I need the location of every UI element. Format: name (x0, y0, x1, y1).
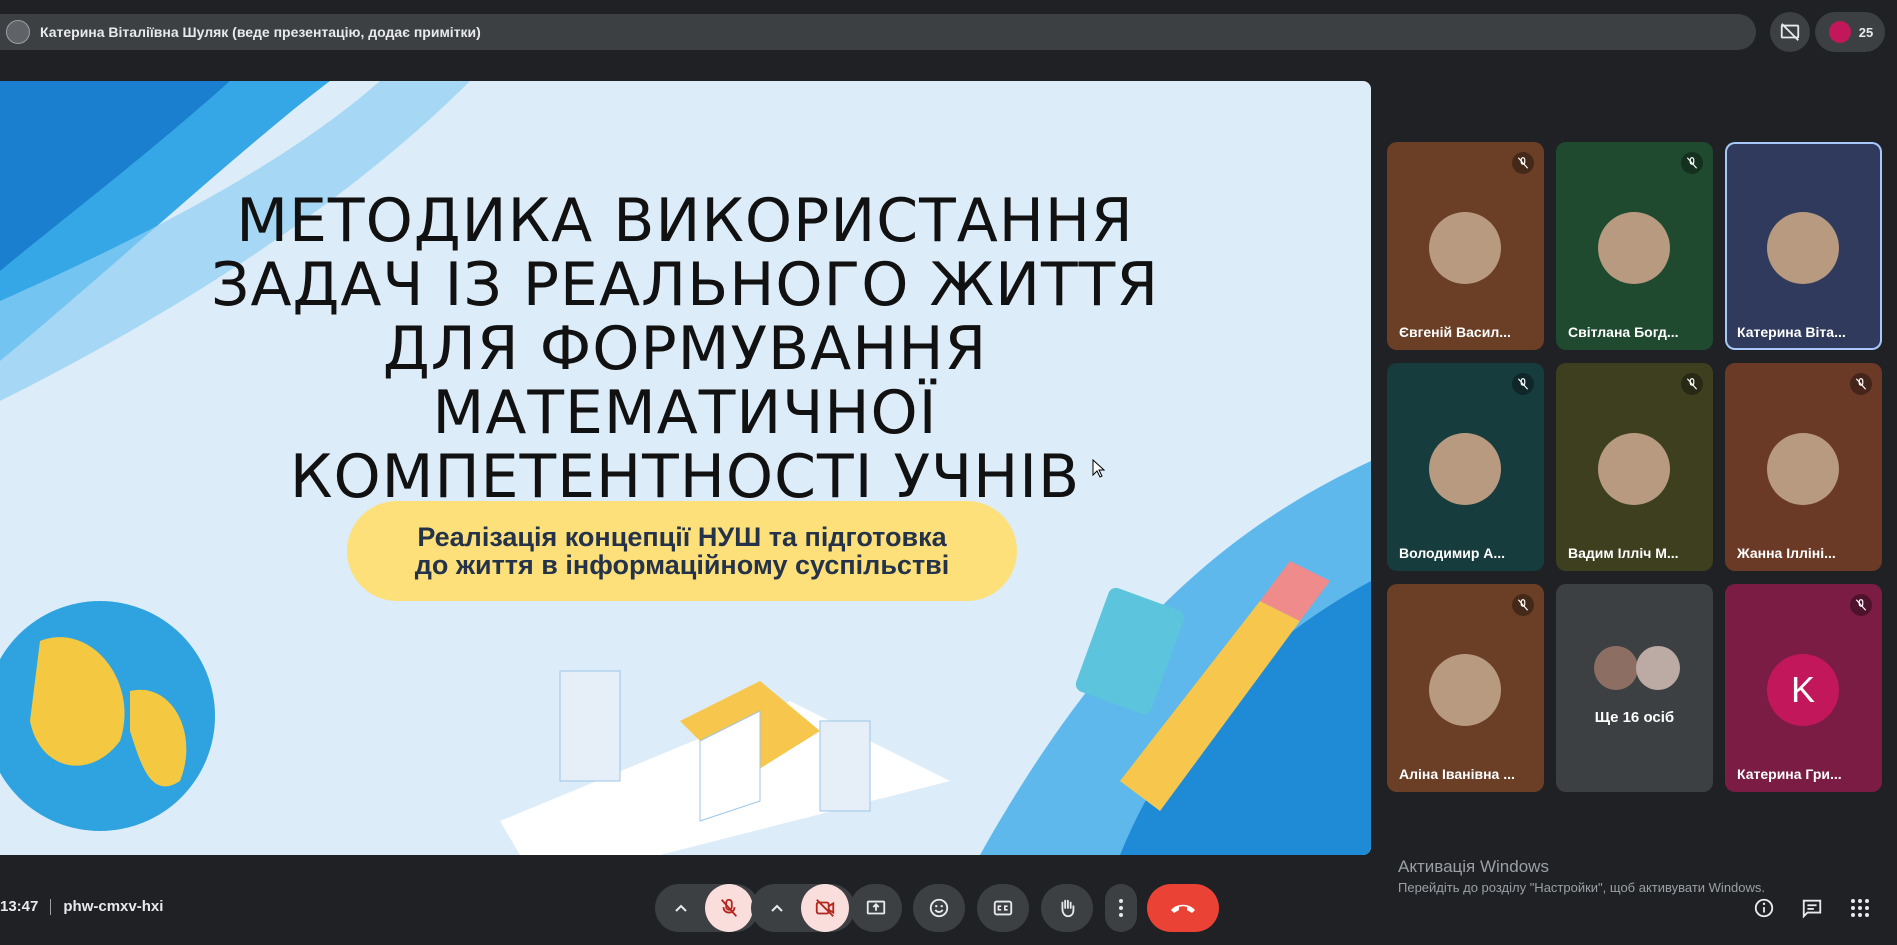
presenter-title: Катерина Віталіївна Шуляк (веде презента… (40, 24, 481, 40)
tile-name: Аліна Іванівна ... (1399, 766, 1515, 782)
slide-title-line: МАТЕМАТИЧНОЇ (432, 378, 938, 448)
participant-tile[interactable]: Аліна Іванівна ... (1387, 584, 1544, 792)
info-icon (1754, 898, 1774, 918)
slide-title-line: ДЛЯ ФОРМУВАННЯ (382, 314, 988, 384)
tile-name: Володимир А... (1399, 545, 1506, 561)
windows-activation-title: Активація Windows (1398, 857, 1549, 876)
mic-off-icon (1681, 373, 1703, 395)
captions-icon (993, 900, 1013, 916)
chat-button[interactable] (1800, 896, 1824, 920)
tile-name: Катерина Віта... (1737, 324, 1846, 340)
apps-icon (1851, 899, 1869, 917)
present-icon (866, 900, 886, 915)
slide-title-line: МЕТОДИКА ВИКОРИСТАННЯ (236, 186, 1134, 256)
mic-toggle-button[interactable] (705, 884, 753, 932)
present-screen-button[interactable] (850, 884, 902, 932)
mic-off-icon (1512, 594, 1534, 616)
participant-tile[interactable]: Жанна Ілліні... (1725, 363, 1882, 571)
tile-name: Жанна Ілліні... (1737, 545, 1836, 561)
raise-hand-button[interactable] (1041, 884, 1093, 932)
camera-off-icon (815, 899, 835, 917)
mouse-cursor-icon (1092, 459, 1106, 478)
presenter-bar[interactable]: Катерина Віталіївна Шуляк (веде презента… (0, 14, 1756, 50)
participants-button[interactable]: 25 (1815, 12, 1885, 52)
slide-subtitle-line: до життя в інформаційному суспільстві (414, 550, 950, 580)
stop-presenting-button[interactable] (1770, 12, 1810, 52)
tile-name: Ще 16 осіб (1594, 709, 1675, 726)
avatar (1767, 212, 1839, 284)
end-call-icon (1171, 904, 1195, 913)
mic-off-icon (1850, 373, 1872, 395)
avatar (1594, 646, 1638, 690)
meeting-time: 13:47 (0, 898, 39, 915)
meeting-info: 13:47 phw-cmxv-hxi (0, 898, 163, 915)
participant-tile[interactable]: Катерина Віта... (1725, 142, 1882, 350)
hand-icon (1061, 899, 1075, 918)
participant-tile[interactable]: Світлана Богд... (1556, 142, 1713, 350)
participant-tile[interactable]: K Катерина Гри... (1725, 584, 1882, 792)
mic-off-icon (1681, 152, 1703, 174)
windows-activation-text: Перейдіть до розділу "Настройки", щоб ак… (1398, 880, 1766, 895)
captions-button[interactable] (977, 884, 1029, 932)
mic-off-icon (1512, 152, 1534, 174)
slide-title: МЕТОДИКА ВИКОРИСТАННЯ ЗАДАЧ ІЗ РЕАЛЬНОГО… (190, 189, 1180, 509)
tile-name: Євгеній Васил... (1399, 324, 1511, 340)
tile-name: Світлана Богд... (1568, 324, 1679, 340)
avatar (1429, 212, 1501, 284)
avatar (1767, 433, 1839, 505)
chevron-up-icon (675, 904, 687, 912)
meeting-code[interactable]: phw-cmxv-hxi (63, 898, 163, 915)
tile-name: Вадим Ілліч М... (1568, 545, 1679, 561)
more-options-button[interactable] (1105, 884, 1137, 932)
avatar (1636, 646, 1680, 690)
activities-button[interactable] (1848, 896, 1872, 920)
participant-tile[interactable]: Євгеній Васил... (1387, 142, 1544, 350)
people-icon (1826, 19, 1853, 45)
tile-name: Катерина Гри... (1737, 766, 1842, 782)
chat-icon (1802, 899, 1822, 919)
avatar (1598, 433, 1670, 505)
leave-call-button[interactable] (1147, 884, 1219, 932)
divider (50, 898, 52, 915)
slide-subtitle: Реалізація концепції НУШ та підготовка д… (347, 501, 1017, 601)
presenter-avatar (6, 20, 30, 44)
camera-control-group (751, 884, 855, 932)
mic-off-icon (1850, 594, 1872, 616)
slide-subtitle-line: Реалізація концепції НУШ та підготовка (417, 522, 947, 552)
mic-control-group (655, 884, 759, 932)
video-options-button[interactable] (753, 884, 801, 932)
avatar (1429, 654, 1501, 726)
participant-tile[interactable]: Ще 16 осіб (1556, 584, 1713, 792)
mic-off-icon (720, 898, 738, 917)
camera-toggle-button[interactable] (801, 884, 849, 932)
emoji-icon (929, 898, 949, 918)
reactions-button[interactable] (913, 884, 965, 932)
avatar (1429, 433, 1501, 505)
no-present-icon (1780, 23, 1800, 41)
chevron-up-icon (771, 904, 783, 912)
presentation-slide: МЕТОДИКА ВИКОРИСТАННЯ ЗАДАЧ ІЗ РЕАЛЬНОГО… (0, 81, 1371, 855)
participant-tile[interactable]: Вадим Ілліч М... (1556, 363, 1713, 571)
participant-count: 25 (1858, 24, 1874, 40)
slide-title-line: ЗАДАЧ ІЗ РЕАЛЬНОГО ЖИТТЯ (210, 250, 1160, 320)
audio-options-button[interactable] (657, 884, 705, 932)
slide-title-line: КОМПЕТЕНТНОСТІ УЧНІВ (289, 442, 1081, 512)
avatar (1598, 212, 1670, 284)
meeting-details-button[interactable] (1752, 896, 1776, 920)
mic-off-icon (1512, 373, 1534, 395)
initial-avatar: K (1767, 654, 1839, 726)
more-vert-icon (1119, 899, 1123, 917)
participant-tile[interactable]: Володимир А... (1387, 363, 1544, 571)
